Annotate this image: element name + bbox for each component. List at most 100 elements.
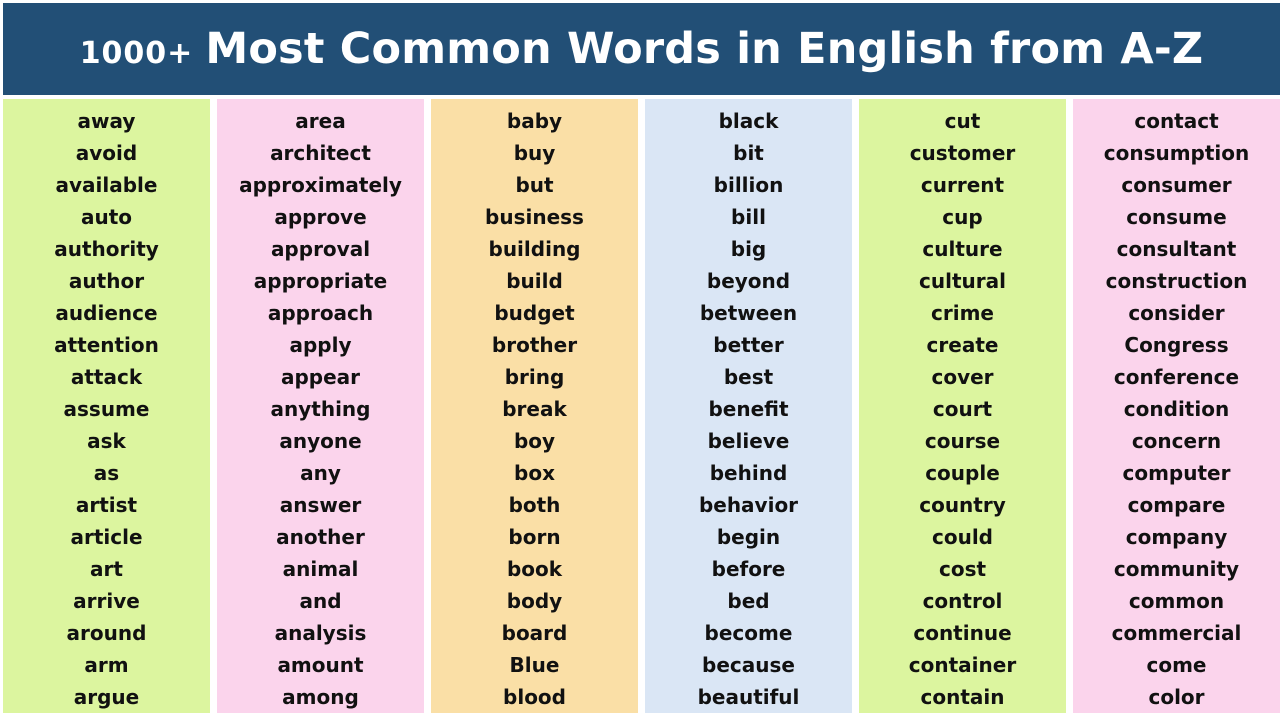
word-item: ask bbox=[87, 429, 126, 453]
word-item: attack bbox=[70, 365, 143, 389]
word-item: anything bbox=[270, 397, 371, 421]
word-count-label: 1000+ bbox=[79, 36, 194, 71]
word-item: art bbox=[90, 557, 123, 581]
word-item: anyone bbox=[279, 429, 362, 453]
word-item: bed bbox=[727, 589, 770, 613]
word-item: concern bbox=[1131, 429, 1222, 453]
word-item: consume bbox=[1126, 205, 1227, 229]
word-item: arm bbox=[84, 653, 129, 677]
word-item: couple bbox=[925, 461, 1000, 485]
word-item: could bbox=[931, 525, 993, 549]
word-item: cup bbox=[942, 205, 983, 229]
page-title: Most Common Words in English from A-Z bbox=[205, 24, 1204, 74]
word-item: conference bbox=[1113, 365, 1240, 389]
word-item: court bbox=[932, 397, 993, 421]
word-item: black bbox=[718, 109, 779, 133]
word-item: approximately bbox=[239, 173, 402, 197]
word-item: artist bbox=[75, 493, 138, 517]
word-item: bit bbox=[733, 141, 764, 165]
word-item: avoid bbox=[75, 141, 138, 165]
word-item: around bbox=[66, 621, 147, 645]
word-item: business bbox=[485, 205, 584, 229]
poster-header: 1000+ Most Common Words in English from … bbox=[3, 3, 1280, 95]
word-item: cultural bbox=[919, 269, 1006, 293]
word-item: believe bbox=[707, 429, 790, 453]
word-item: article bbox=[70, 525, 143, 549]
word-item: come bbox=[1146, 653, 1207, 677]
word-column-4: black bit billion bill big beyond between bette… bbox=[645, 99, 852, 713]
word-item: commercial bbox=[1111, 621, 1242, 645]
word-item: beyond bbox=[706, 269, 791, 293]
word-item: argue bbox=[73, 685, 140, 709]
word-item: break bbox=[502, 397, 567, 421]
word-item: auto bbox=[80, 205, 133, 229]
poster-title: 1000+ Most Common Words in English from … bbox=[80, 24, 1204, 74]
word-item: available bbox=[55, 173, 158, 197]
word-item: cut bbox=[944, 109, 981, 133]
word-item: area bbox=[295, 109, 346, 133]
word-item: better bbox=[713, 333, 784, 357]
word-item: country bbox=[919, 493, 1006, 517]
word-item: consider bbox=[1128, 301, 1225, 325]
word-item: both bbox=[508, 493, 561, 517]
word-item: assume bbox=[63, 397, 150, 421]
word-columns: away avoid available auto authority author aud… bbox=[3, 95, 1280, 720]
word-item: box bbox=[514, 461, 555, 485]
word-item: Blue bbox=[509, 653, 560, 677]
word-column-6: contact consumption consumer consume consult… bbox=[1073, 99, 1280, 713]
word-item: animal bbox=[282, 557, 359, 581]
word-item: analysis bbox=[274, 621, 367, 645]
word-item: behavior bbox=[698, 493, 799, 517]
word-item: blood bbox=[503, 685, 566, 709]
word-item: appear bbox=[280, 365, 361, 389]
word-item: budget bbox=[494, 301, 575, 325]
word-item: buy bbox=[513, 141, 556, 165]
word-item: born bbox=[508, 525, 561, 549]
word-item: Congress bbox=[1124, 333, 1229, 357]
word-item: color bbox=[1148, 685, 1205, 709]
word-column-1: away avoid available auto authority author aud… bbox=[3, 99, 210, 713]
word-item: course bbox=[924, 429, 1001, 453]
word-item: begin bbox=[716, 525, 781, 549]
word-item: container bbox=[908, 653, 1017, 677]
word-item: continue bbox=[913, 621, 1012, 645]
word-item: billion bbox=[713, 173, 784, 197]
word-item: any bbox=[300, 461, 341, 485]
word-list-poster: 1000+ Most Common Words in English from … bbox=[0, 0, 1280, 720]
word-item: attention bbox=[54, 333, 159, 357]
word-item: among bbox=[282, 685, 359, 709]
word-item: benefit bbox=[708, 397, 789, 421]
word-item: consumption bbox=[1103, 141, 1250, 165]
word-item: create bbox=[926, 333, 999, 357]
word-item: answer bbox=[279, 493, 362, 517]
word-item: contain bbox=[920, 685, 1005, 709]
word-item: cover bbox=[931, 365, 994, 389]
word-item: authority bbox=[54, 237, 159, 261]
word-item: body bbox=[506, 589, 563, 613]
word-item: because bbox=[702, 653, 795, 677]
word-item: another bbox=[276, 525, 365, 549]
word-column-3: baby buy but business building build budget bro… bbox=[431, 99, 638, 713]
word-item: arrive bbox=[73, 589, 140, 613]
word-column-2: area architect approximately approve approva… bbox=[217, 99, 424, 713]
word-item: between bbox=[699, 301, 798, 325]
word-item: crime bbox=[931, 301, 994, 325]
word-item: and bbox=[299, 589, 342, 613]
word-column-5: cut customer current cup culture cultural crim… bbox=[859, 99, 1066, 713]
word-item: amount bbox=[277, 653, 364, 677]
word-item: compare bbox=[1127, 493, 1226, 517]
word-item: audience bbox=[55, 301, 158, 325]
word-item: big bbox=[730, 237, 767, 261]
word-item: control bbox=[922, 589, 1003, 613]
word-item: cost bbox=[938, 557, 987, 581]
word-item: become bbox=[704, 621, 793, 645]
word-item: as bbox=[93, 461, 120, 485]
word-item: consumer bbox=[1121, 173, 1232, 197]
word-item: away bbox=[77, 109, 136, 133]
word-item: brother bbox=[491, 333, 578, 357]
word-item: build bbox=[506, 269, 563, 293]
word-item: bill bbox=[731, 205, 766, 229]
word-item: book bbox=[506, 557, 563, 581]
word-item: construction bbox=[1105, 269, 1248, 293]
word-item: best bbox=[723, 365, 774, 389]
